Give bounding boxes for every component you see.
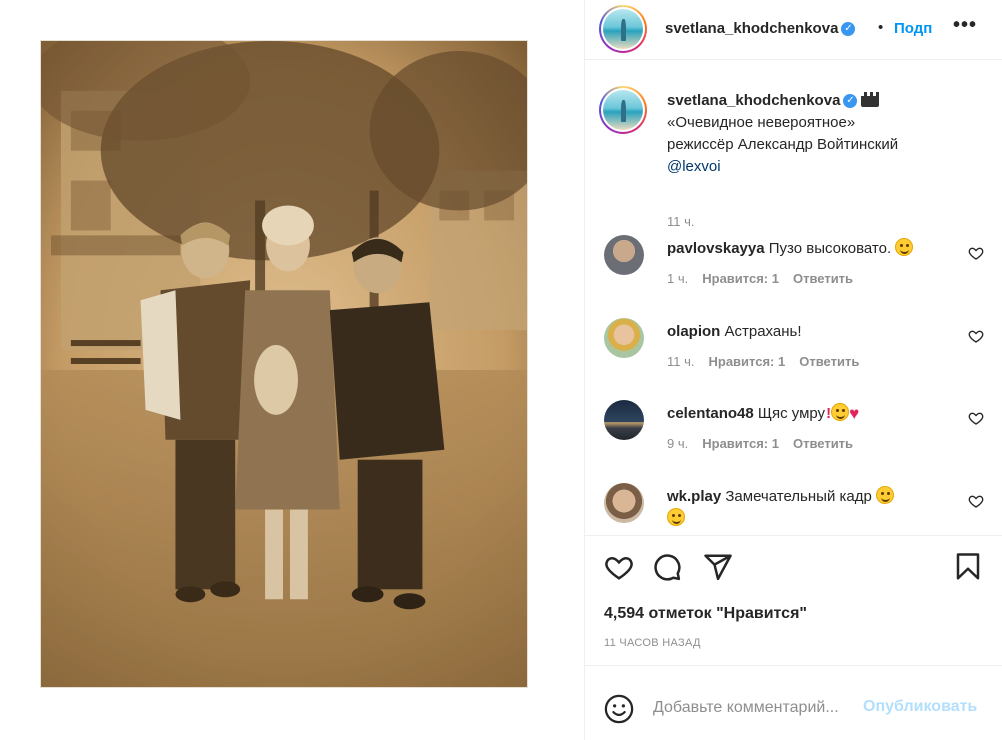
comment-avatar[interactable] <box>604 235 644 275</box>
comment-item: pavlovskayya Пузо высоковато. 1 ч. Нравит… <box>585 235 1002 305</box>
comment-item: olapion Астрахань! 11 ч. Нравится: 1 Ответ… <box>585 318 1002 388</box>
author-username[interactable]: svetlana_khodchenkova <box>665 20 838 37</box>
comment-username[interactable]: olapion <box>667 323 720 340</box>
comment-icon[interactable] <box>652 552 682 582</box>
comment-item: celentano48 Щяс умру! ♥ 9 ч. Нравится: 1 От… <box>585 400 1002 470</box>
comment-like-heart-icon[interactable] <box>968 245 984 261</box>
comment-body: celentano48 Щяс умру! ♥ <box>667 403 957 425</box>
comment-username[interactable]: pavlovskayya <box>667 240 765 257</box>
likes-count[interactable]: 4,594 отметок "Нравится" <box>604 605 807 623</box>
comment-text: Замечательный кадр <box>725 488 872 505</box>
comment-likes[interactable]: Нравится: 1 <box>702 436 779 451</box>
comment-likes[interactable]: Нравится: 1 <box>709 354 786 369</box>
caption-author-avatar[interactable] <box>599 86 647 134</box>
bookmark-icon[interactable] <box>953 552 983 582</box>
caption-line-1: «Очевидное невероятное» <box>667 114 856 131</box>
comment-body: olapion Астрахань! <box>667 321 957 343</box>
smile-icon[interactable] <box>604 694 634 724</box>
grinning-emoji-icon <box>895 238 914 256</box>
comment-like-heart-icon[interactable] <box>968 328 984 344</box>
comment-body: wk.play Замечательный кадр <box>667 486 957 530</box>
comment-username[interactable]: celentano48 <box>667 405 754 422</box>
more-options-button[interactable]: ••• <box>953 14 977 37</box>
follow-button[interactable]: Подп <box>894 20 932 37</box>
post-header: svetlana_khodchenkova ✓ • Подп ••• <box>585 0 1002 60</box>
comment-item: wk.play Замечательный кадр <box>585 483 1002 535</box>
comment-like-heart-icon[interactable] <box>968 493 984 509</box>
caption-timestamp[interactable]: 11 ч. <box>667 214 695 229</box>
post-timestamp[interactable]: 11 ЧАСОВ НАЗАД <box>604 637 701 649</box>
caption-line-2: режиссёр Александр Войтинский <box>667 136 899 153</box>
post-media-area <box>0 0 584 740</box>
comment-avatar[interactable] <box>604 318 644 358</box>
verified-badge-icon: ✓ <box>843 94 858 109</box>
comment-time[interactable]: 11 ч. <box>667 354 695 369</box>
comments-section[interactable]: svetlana_khodchenkova ✓ «Очевидное неверо… <box>585 61 1002 535</box>
laughing-emoji-icon <box>831 403 850 421</box>
share-icon[interactable] <box>703 552 733 582</box>
comment-meta: 1 ч. Нравится: 1 Ответить <box>667 271 867 286</box>
comment-likes[interactable]: Нравится: 1 <box>702 271 779 286</box>
clapperboard-icon <box>861 92 880 107</box>
comment-username[interactable]: wk.play <box>667 488 721 505</box>
caption-text: svetlana_khodchenkova ✓ «Очевидное неверо… <box>667 90 987 178</box>
comment-reply-button[interactable]: Ответить <box>799 354 859 369</box>
comment-like-heart-icon[interactable] <box>968 410 984 426</box>
verified-badge-icon: ✓ <box>841 22 856 37</box>
comment-avatar[interactable] <box>604 483 644 523</box>
caption-mention-link[interactable]: @lexvoi <box>667 158 721 175</box>
publish-button[interactable]: Опубликовать <box>863 698 977 716</box>
comment-time[interactable]: 1 ч. <box>667 271 688 286</box>
caption-username[interactable]: svetlana_khodchenkova <box>667 92 840 109</box>
winking-emoji-icon <box>667 508 685 526</box>
comment-input[interactable] <box>653 696 858 720</box>
add-comment-bar: Опубликовать <box>585 665 1002 740</box>
comment-time[interactable]: 9 ч. <box>667 436 688 451</box>
comment-meta: 9 ч. Нравится: 1 Ответить <box>667 436 867 451</box>
author-username-row[interactable]: svetlana_khodchenkova ✓ <box>665 20 856 37</box>
comment-text: Щяс умру <box>757 405 826 422</box>
red-heart-emoji-icon: ♥ <box>849 404 860 423</box>
comment-reply-button[interactable]: Ответить <box>793 436 853 451</box>
author-avatar[interactable] <box>599 5 647 53</box>
comment-text: Пузо высоковато. <box>768 240 892 257</box>
comment-meta: 11 ч. Нравится: 1 Ответить <box>667 354 873 369</box>
comment-reply-button[interactable]: Ответить <box>793 271 853 286</box>
smiling-emoji-icon <box>876 486 894 504</box>
comment-avatar[interactable] <box>604 400 644 440</box>
post-photo[interactable] <box>40 40 528 688</box>
comment-text: Астрахань! <box>724 323 802 340</box>
sepia-group-photo <box>41 41 527 687</box>
post-side-panel: svetlana_khodchenkova ✓ • Подп ••• svetla… <box>585 0 1002 740</box>
comment-body: pavlovskayya Пузо высоковато. <box>667 238 957 260</box>
header-separator: • <box>878 19 884 36</box>
post-actions: 4,594 отметок "Нравится" 11 ЧАСОВ НАЗАД <box>585 535 1002 665</box>
heart-icon[interactable] <box>604 552 634 582</box>
